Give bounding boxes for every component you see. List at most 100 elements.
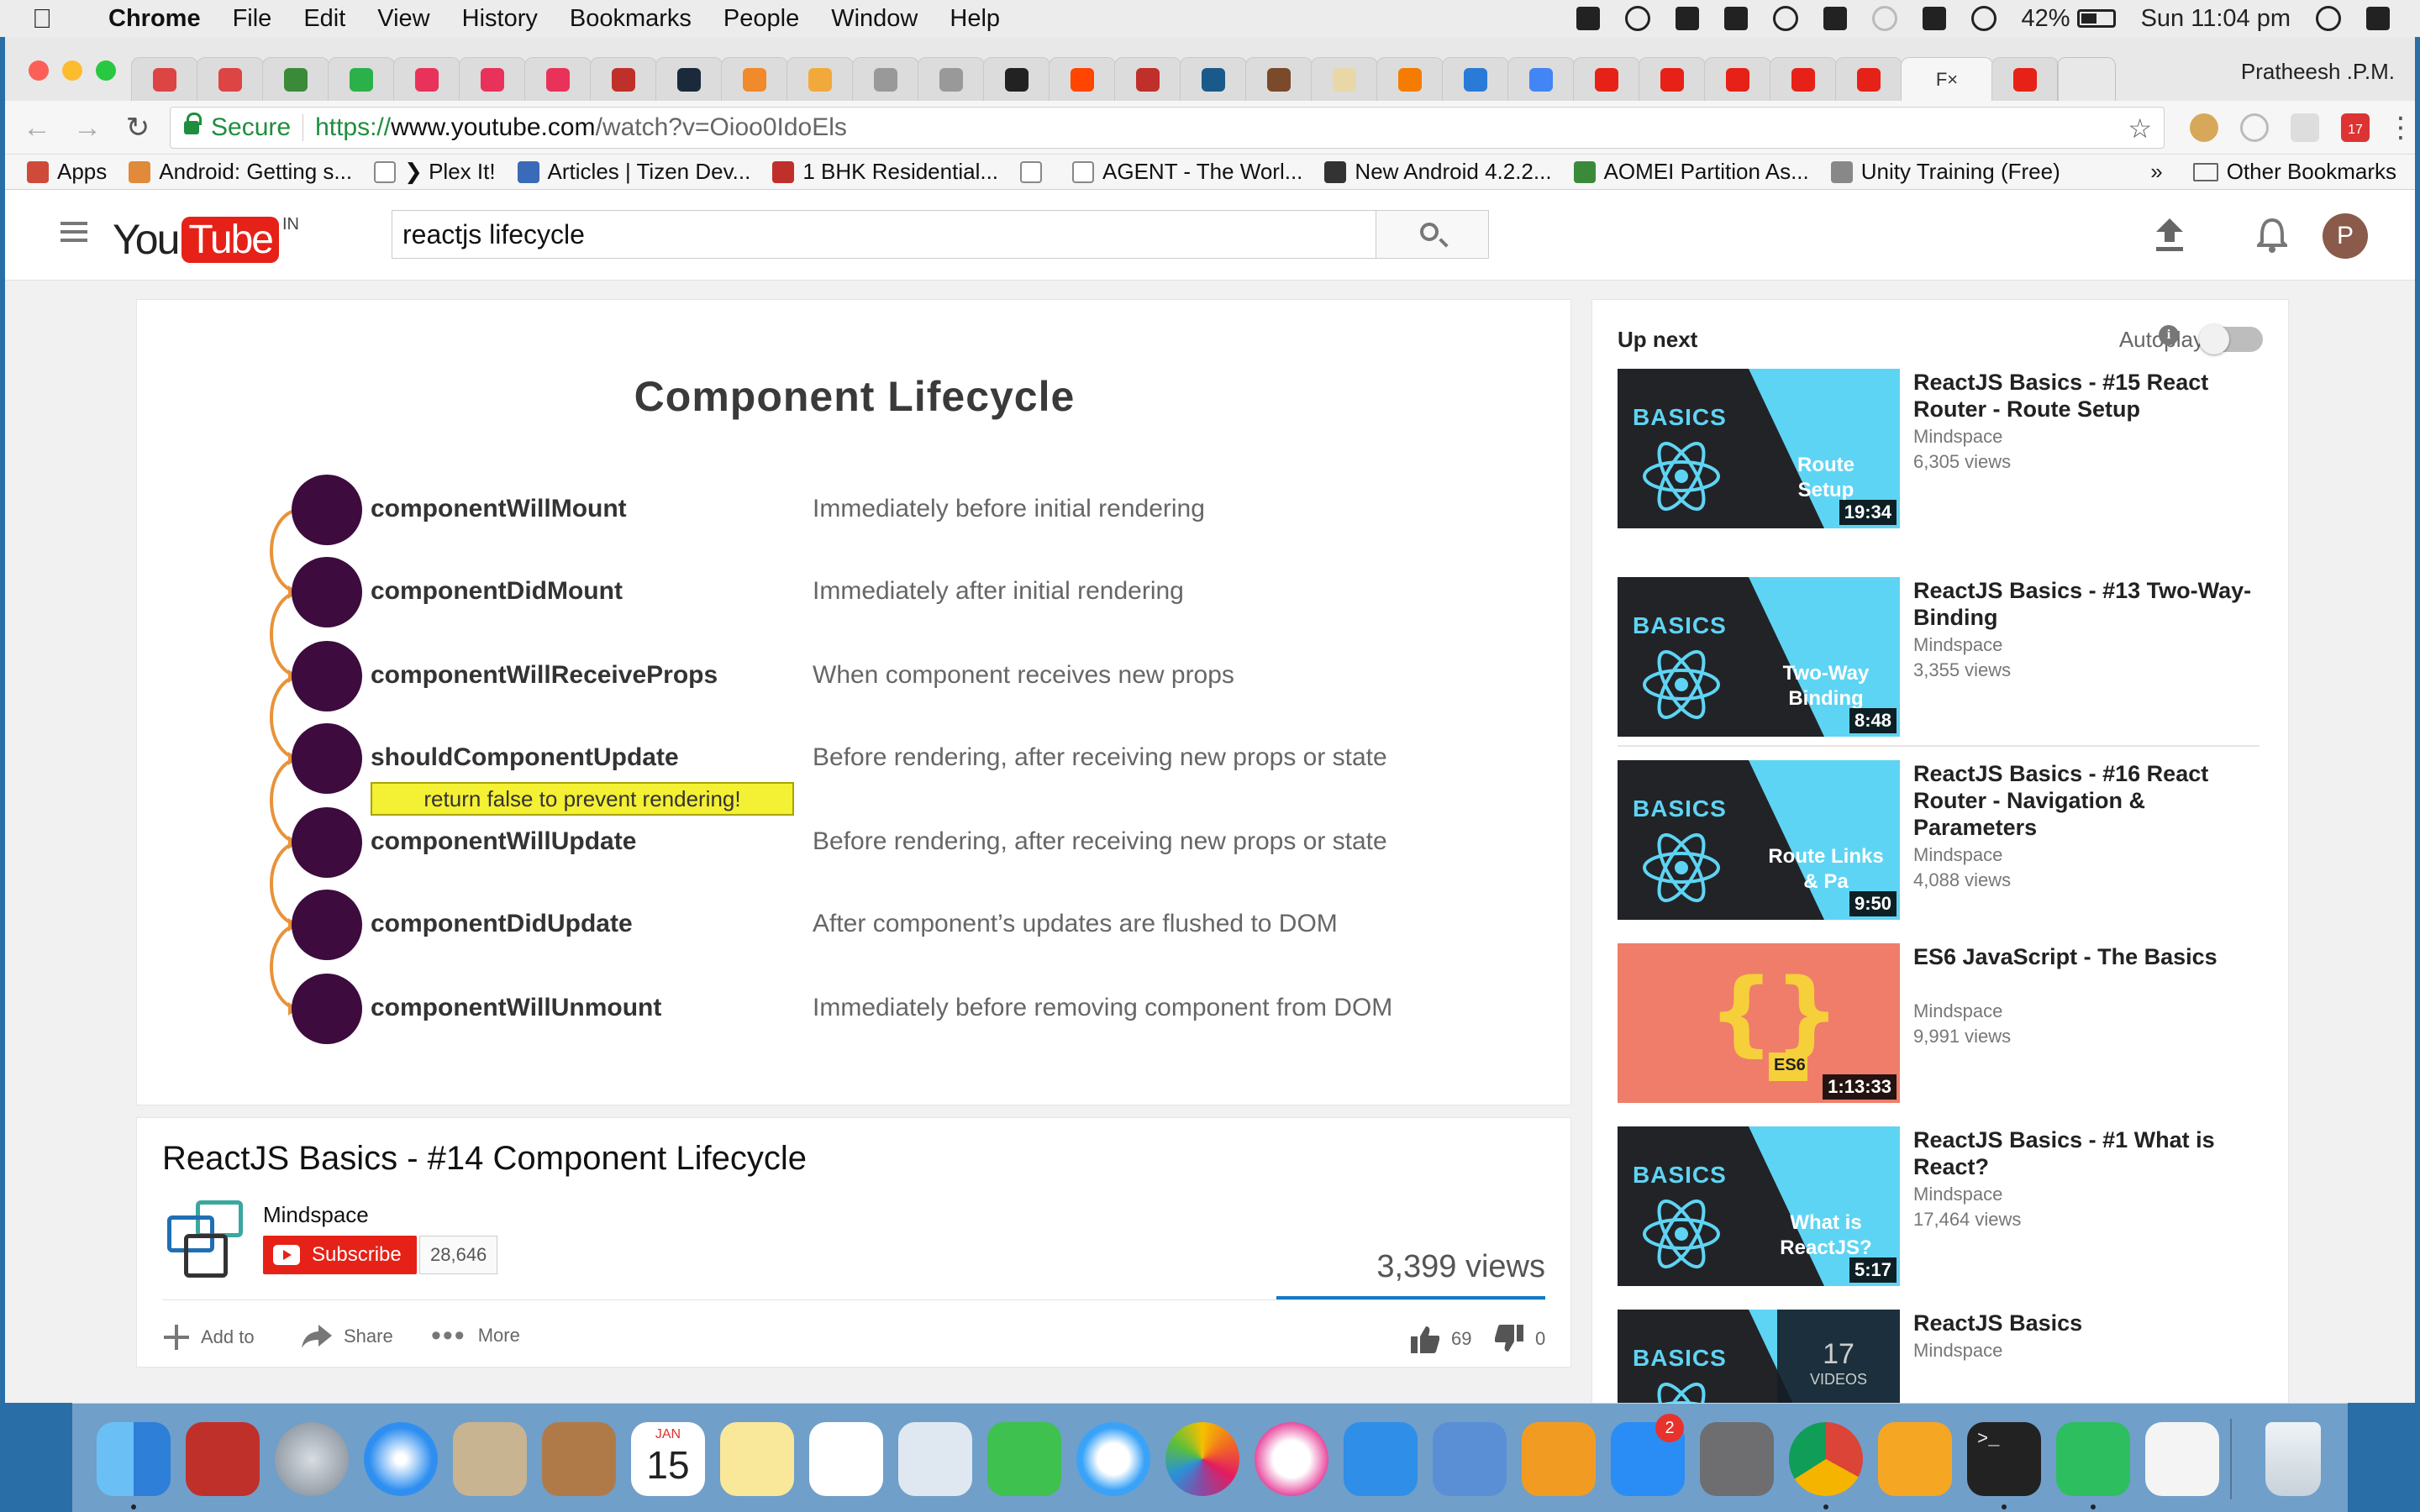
recommended-video[interactable]: BASICS What is ReactJS? 5:17 ReactJS Basics… [1618,1126,2273,1286]
menu-people[interactable]: People [708,5,815,33]
drive-icon[interactable] [1675,7,1699,30]
active-browser-tab[interactable]: F × [1901,57,1993,101]
browser-tab[interactable] [1991,57,2059,101]
adobe-icon[interactable] [1723,7,1748,30]
dock-item[interactable] [2049,1417,2138,1509]
browser-tab[interactable] [1639,57,1706,101]
recommended-video-title[interactable]: ReactJS Basics - #15 React Router - Rout… [1913,369,2266,423]
browser-tab[interactable] [197,57,264,101]
close-window-button[interactable] [29,60,49,81]
new-tab-button[interactable] [2057,57,2116,101]
guide-menu-icon[interactable] [60,222,87,247]
dock-item[interactable] [1247,1417,1336,1501]
menu-bookmarks[interactable]: Bookmarks [554,5,708,33]
dock-item[interactable] [1692,1417,1781,1501]
dock-item[interactable] [891,1417,980,1501]
recommended-video-title[interactable]: ReactJS Basics - #16 React Router - Navi… [1913,760,2266,841]
sync-icon[interactable] [1624,6,1650,31]
browser-tab[interactable] [459,57,526,101]
recommended-video-title[interactable]: ReactJS Basics [1913,1310,2266,1336]
browser-tab[interactable] [786,57,854,101]
circle-extension-icon[interactable] [2240,113,2269,142]
apple-menu-icon[interactable]:  [32,3,69,34]
browser-tab[interactable] [1704,57,1771,101]
dock-item[interactable] [356,1417,445,1501]
bookmark-item[interactable]: AGENT - The Worl... [1072,159,1302,185]
dock-item[interactable]: JAN 15 [623,1417,713,1501]
dock-item[interactable] [178,1417,267,1501]
battery-status[interactable]: 42% [2022,5,2116,33]
recommended-video[interactable]: BASICS Two-Way Binding 8:48 ReactJS Basics … [1618,577,2273,737]
channel-logo[interactable] [167,1200,248,1281]
browser-tab[interactable] [1049,57,1116,101]
dock-item[interactable] [1781,1417,1870,1509]
recommended-video-channel[interactable]: Mindspace [1913,1184,2002,1205]
browser-tab[interactable] [1835,57,1902,101]
video-thumbnail[interactable]: BASICS Route Links & Pa 9:50 [1618,760,1900,920]
bookmark-item[interactable]: ❯ Plex It! [374,159,496,185]
video-thumbnail[interactable]: BASICS Two-Way Binding 8:48 [1618,577,1900,737]
autoplay-toggle[interactable] [2199,324,2263,354]
chrome-menu-icon[interactable]: ⋮ [2386,111,2415,144]
dock-item[interactable] [1069,1417,1158,1501]
browser-tab[interactable] [1114,57,1181,101]
dock-item[interactable] [1870,1417,1960,1501]
bookmark-item[interactable] [1020,159,1050,185]
back-button[interactable]: ← [18,109,55,146]
browser-tab[interactable] [1770,57,1837,101]
more-button[interactable]: ••• More [431,1321,520,1350]
dock-trash[interactable] [2249,1417,2338,1501]
dock-item[interactable]: >_ [1960,1417,2049,1509]
add-to-button[interactable]: Add to [164,1325,255,1350]
browser-tab[interactable] [1245,57,1313,101]
dock-item[interactable] [802,1417,891,1501]
browser-tab[interactable] [1180,57,1247,101]
recommended-video-channel[interactable]: Mindspace [1913,426,2002,448]
video-thumbnail[interactable]: BASICS What is ReactJS? 5:17 [1618,1126,1900,1286]
browser-tab[interactable] [721,57,788,101]
dock-item[interactable] [1158,1417,1247,1501]
like-button[interactable]: 69 [1411,1325,1471,1353]
channel-name[interactable]: Mindspace [263,1202,369,1228]
lock-icon[interactable] [184,112,202,134]
recommended-video-channel[interactable]: Mindspace [1913,844,2002,866]
menu-window[interactable]: Window [815,5,934,33]
recommended-video-title[interactable]: ES6 JavaScript - The Basics [1913,943,2266,970]
dock-item[interactable] [1336,1417,1425,1501]
bookmark-star-icon[interactable]: ☆ [2128,113,2152,144]
calendar-extension-icon[interactable]: 17 [2341,113,2370,142]
browser-tab[interactable] [393,57,460,101]
address-bar[interactable]: Secure https://www.youtube.com/watch?v=O… [170,106,2165,149]
browser-tab[interactable] [524,57,592,101]
menu-history[interactable]: History [446,5,554,33]
dropbox-icon[interactable] [1576,7,1600,30]
bookmark-item[interactable]: New Android 4.2.2... [1324,159,1552,185]
close-tab-icon[interactable]: × [1947,69,1958,91]
browser-tab[interactable] [1376,57,1444,101]
bookmark-item[interactable]: Android: Getting s... [129,159,352,185]
search-input[interactable]: reactjs lifecycle [392,210,1376,259]
dock-item[interactable] [534,1417,623,1501]
forward-button[interactable]: → [69,109,106,146]
menu-app-name[interactable]: Chrome [92,5,217,33]
volume-icon[interactable] [1922,7,1946,30]
browser-tab[interactable] [983,57,1050,101]
account-avatar[interactable]: P [2323,213,2368,259]
browser-tab[interactable] [262,57,329,101]
recommended-video-channel[interactable]: Mindspace [1913,1340,2002,1362]
notification-center-icon[interactable] [2366,7,2390,30]
recommended-video-channel[interactable]: Mindspace [1913,1000,2002,1022]
vpn-icon[interactable] [1772,6,1798,31]
subscribe-button[interactable]: Subscribe [263,1236,417,1274]
browser-tab[interactable] [328,57,395,101]
chrome-profile-name[interactable]: Pratheesh .P.M. [2241,59,2395,85]
dock-item[interactable] [980,1417,1069,1501]
cookie-extension-icon[interactable] [2190,113,2218,142]
menu-view[interactable]: View [361,5,445,33]
dock-item[interactable] [1514,1417,1603,1501]
dislike-button[interactable]: 0 [1495,1325,1545,1353]
menu-file[interactable]: File [217,5,288,33]
dock-item[interactable] [2138,1417,2227,1501]
dock-item[interactable] [445,1417,534,1501]
bookmark-item[interactable]: Unity Training (Free) [1830,159,2060,185]
